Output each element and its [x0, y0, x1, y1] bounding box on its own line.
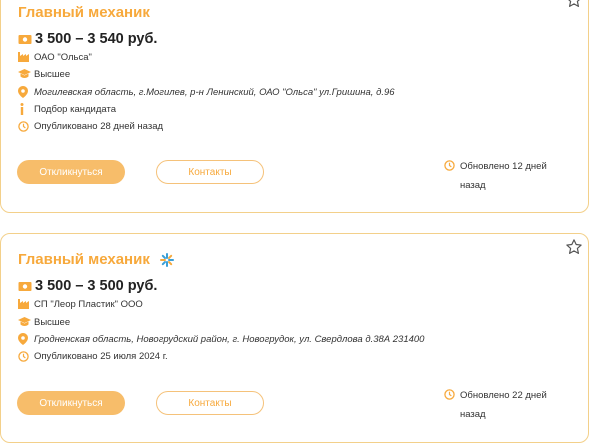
updated-info: Обновлено 22 дней назад — [444, 386, 564, 424]
salary: 3 500 – 3 540 руб. — [35, 31, 158, 47]
education: Высшее — [34, 316, 71, 328]
clock-icon — [18, 120, 29, 132]
address-row: Могилевская область, г.Могилев, р-н Лени… — [18, 86, 395, 98]
updated-text: Обновлено 12 дней — [460, 161, 547, 172]
contacts-button[interactable]: Контакты — [156, 391, 264, 415]
company-name[interactable]: СП "Леор Пластик" ООО — [34, 299, 143, 310]
clock-icon — [18, 350, 29, 362]
updated-text: Обновлено 22 дней — [460, 390, 547, 401]
published-date: Опубликовано 28 дней назад — [34, 120, 164, 132]
salary: 3 500 – 3 500 руб. — [35, 278, 158, 294]
updated-text-cont: назад — [460, 409, 486, 420]
company-row: ОАО "Ольса" — [18, 51, 92, 63]
updated-info: Обновлено 12 дней назад — [444, 157, 564, 195]
selection-note: Подбор кандидата — [34, 103, 116, 115]
salary-row: 3 500 – 3 500 руб. — [18, 278, 157, 294]
address-row: Гродненская область, Новогрудский район,… — [18, 333, 424, 345]
money-icon — [18, 34, 32, 44]
info-icon — [20, 103, 24, 115]
address: Гродненская область, Новогрудский район,… — [34, 333, 425, 345]
location-pin-icon — [18, 86, 28, 98]
updated-text-cont: назад — [460, 180, 486, 191]
company-name[interactable]: ОАО "Ольса" — [34, 52, 92, 63]
published-date: Опубликовано 25 июля 2024 г. — [34, 350, 168, 362]
star-icon[interactable] — [565, 238, 583, 256]
clock-icon — [444, 389, 455, 400]
published-row: Опубликовано 25 июля 2024 г. — [18, 350, 168, 362]
education-row: Высшее — [18, 316, 70, 328]
company-icon — [18, 299, 29, 309]
company-icon — [18, 52, 29, 62]
location-pin-icon — [18, 333, 28, 345]
extra-row: Подбор кандидата — [18, 103, 116, 115]
published-row: Опубликовано 28 дней назад — [18, 120, 163, 132]
vacancy-title-row: Главный механик — [18, 251, 174, 268]
graduation-cap-icon — [18, 69, 31, 78]
education-row: Высшее — [18, 68, 70, 80]
respond-button[interactable]: Откликнуться — [17, 160, 125, 184]
money-icon — [18, 281, 32, 291]
sparkle-icon — [160, 253, 174, 268]
salary-row: 3 500 – 3 540 руб. — [18, 31, 157, 47]
clock-icon — [444, 160, 455, 171]
star-icon[interactable] — [565, 0, 583, 9]
education: Высшее — [34, 68, 71, 80]
vacancy-title[interactable]: Главный механик — [18, 4, 150, 21]
respond-button[interactable]: Откликнуться — [17, 391, 125, 415]
graduation-cap-icon — [18, 317, 31, 326]
company-row: СП "Леор Пластик" ООО — [18, 298, 143, 310]
vacancy-title[interactable]: Главный механик — [18, 251, 150, 268]
address: Могилевская область, г.Могилев, р-н Лени… — [34, 86, 395, 98]
contacts-button[interactable]: Контакты — [156, 160, 264, 184]
